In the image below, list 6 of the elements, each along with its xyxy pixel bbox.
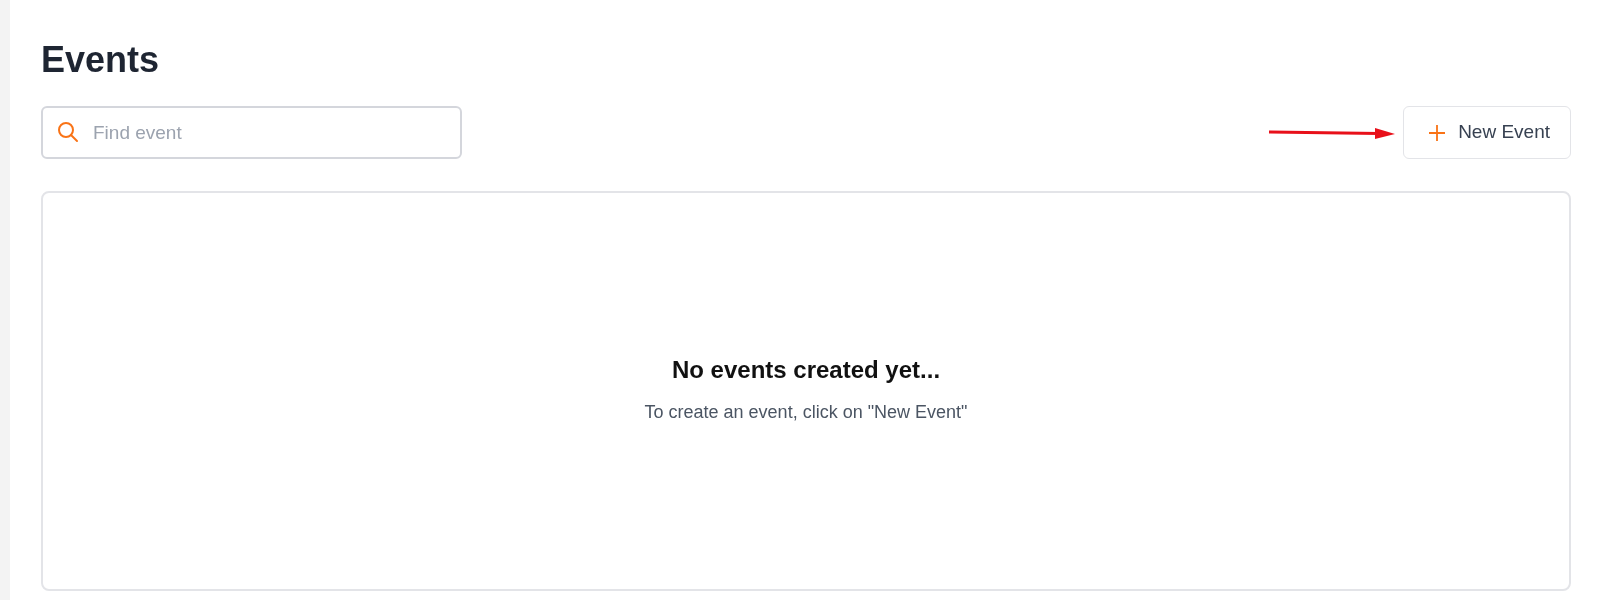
empty-state-heading: No events created yet...: [671, 356, 941, 385]
page-title: Events: [41, 38, 161, 82]
plus-icon: [1428, 123, 1447, 142]
search-field[interactable]: Find event: [41, 106, 462, 159]
new-event-button[interactable]: New Event: [1403, 106, 1571, 159]
empty-state-message: To create an event, click on "New Event": [644, 400, 968, 424]
